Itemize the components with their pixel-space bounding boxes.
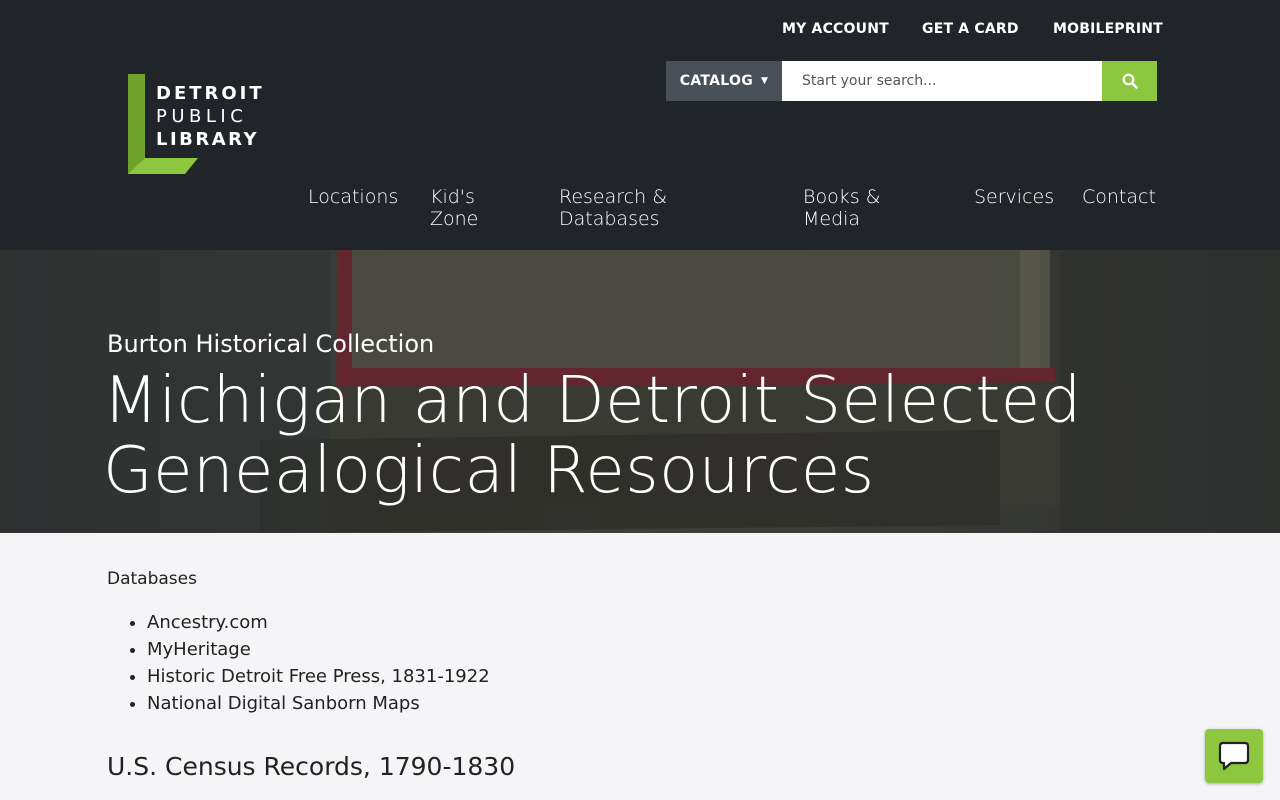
search-input[interactable] [782,61,1102,101]
hero-subtitle: Burton Historical Collection [107,330,435,358]
chat-button[interactable] [1205,729,1263,783]
databases-list: Ancestry.com MyHeritage Historic Detroit… [107,609,490,717]
search-bar: CATALOG ▼ [666,61,1157,101]
nav-books-line2: Media [803,208,861,230]
catalog-label: CATALOG [679,73,753,89]
utility-nav: MY ACCOUNT GET A CARD MOBILEPRINT [782,21,1163,41]
database-link-detroit-free-press[interactable]: Historic Detroit Free Press, 1831-1922 [147,666,490,687]
nav-books-line1: Books & [803,186,881,208]
my-account-link[interactable]: MY ACCOUNT [782,21,889,37]
list-item: MyHeritage [147,636,490,663]
list-item: National Digital Sanborn Maps [147,690,490,717]
database-link-sanborn-maps[interactable]: National Digital Sanborn Maps [147,693,420,714]
catalog-dropdown-button[interactable]: CATALOG ▼ [666,61,782,101]
logo-line-library: LIBRARY [156,129,260,150]
site-logo[interactable]: DETROIT PUBLIC LIBRARY [128,74,278,176]
page-title: Michigan and Detroit Selected Genealogic… [103,364,1082,508]
nav-kids-zone[interactable]: Kid's Zone [430,186,478,230]
main-nav: Locations Kid's Zone Research & Database… [0,186,1280,236]
nav-locations[interactable]: Locations [308,186,398,208]
nav-kids-zone-line2: Zone [430,208,479,230]
site-header: MY ACCOUNT GET A CARD MOBILEPRINT DETROI… [0,0,1280,250]
nav-research-line1: Research & [559,186,668,208]
search-button[interactable] [1102,61,1157,101]
database-link-myheritage[interactable]: MyHeritage [147,639,251,660]
nav-services[interactable]: Services [974,186,1054,208]
census-heading: U.S. Census Records, 1790-1830 [107,752,516,781]
search-icon [1122,73,1138,89]
nav-contact[interactable]: Contact [1082,186,1156,208]
get-a-card-link[interactable]: GET A CARD [922,21,1019,37]
chat-icon [1218,741,1250,771]
list-item: Ancestry.com [147,609,490,636]
chevron-down-icon: ▼ [761,76,769,86]
list-item: Historic Detroit Free Press, 1831-1922 [147,663,490,690]
nav-research-databases[interactable]: Research & Databases [559,186,667,230]
nav-books-media[interactable]: Books & Media [803,186,880,230]
logo-line-public: PUBLIC [156,106,248,127]
nav-kids-zone-line1: Kid's [430,186,475,208]
logo-line-detroit: DETROIT [156,83,265,104]
databases-label: Databases [107,569,197,589]
mobileprint-link[interactable]: MOBILEPRINT [1053,21,1163,37]
database-link-ancestry[interactable]: Ancestry.com [147,612,268,633]
nav-research-line2: Databases [559,208,660,230]
hero-banner: Burton Historical Collection Michigan an… [0,250,1280,533]
